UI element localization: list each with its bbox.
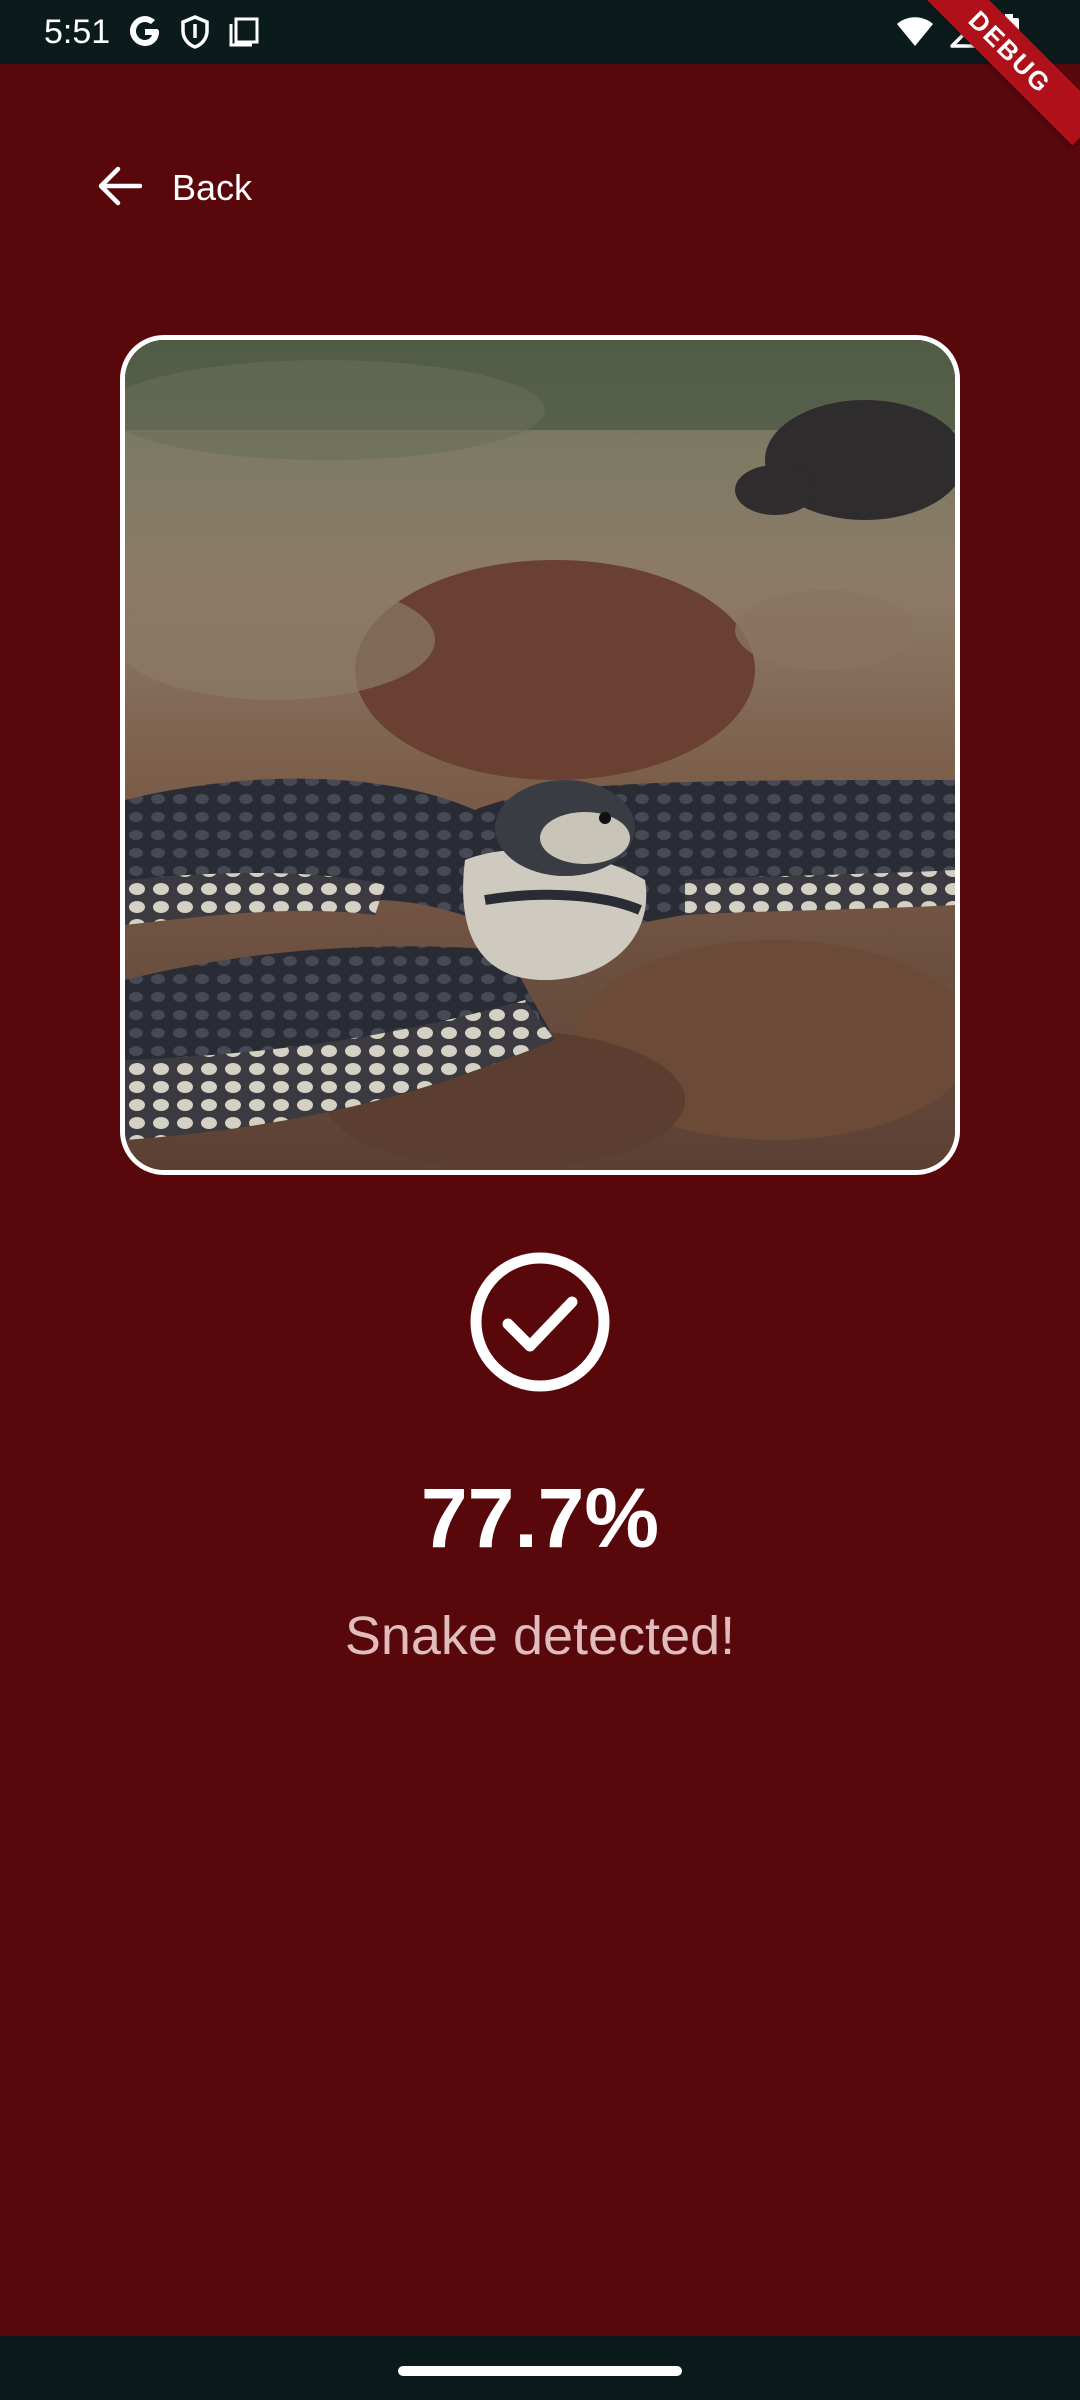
status-time: 5:51 [44, 12, 111, 51]
arrow-back-icon [96, 166, 143, 211]
confidence-percentage: 77.7% [420, 1471, 660, 1565]
detection-result-label: Snake detected! [344, 1606, 736, 1666]
back-label: Back [172, 167, 253, 208]
screenshot-icon [228, 16, 260, 48]
wifi-icon [896, 16, 934, 48]
status-bar: 5:51 [0, 0, 1080, 64]
back-button[interactable]: Back [96, 152, 252, 224]
shield-icon [180, 15, 210, 49]
navigation-bar [0, 2336, 1080, 2400]
check-circle-icon [470, 1252, 610, 1392]
snake-photo [125, 340, 955, 1170]
status-bar-left: 5:51 [44, 0, 260, 64]
google-icon [128, 15, 162, 49]
home-gesture-handle[interactable] [398, 2366, 682, 2376]
snake-image-card [120, 335, 960, 1175]
